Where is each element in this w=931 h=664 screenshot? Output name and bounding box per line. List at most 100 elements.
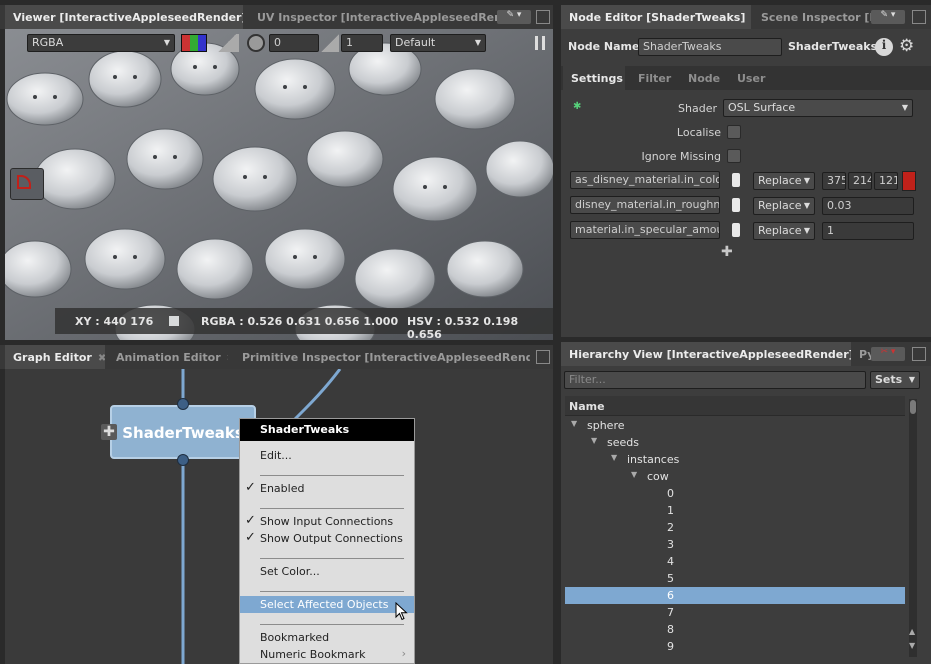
tweak-enabled-toggle[interactable] — [732, 223, 740, 237]
menu-item-numeric-bookmark[interactable]: Numeric Bookmark › — [240, 646, 414, 663]
scrollbar-thumb[interactable] — [910, 400, 916, 414]
node-input-plug[interactable] — [177, 398, 189, 410]
tree-row-8[interactable]: 8 — [565, 621, 905, 638]
tab-hierarchy-view[interactable]: Hierarchy View [InteractiveAppleseedRend… — [561, 342, 851, 366]
specular-field[interactable]: 1 — [822, 222, 914, 240]
tab-uv-inspector[interactable]: UV Inspector [InteractiveAppleseedRender… — [249, 5, 497, 29]
scroll-down-icon[interactable]: ▼ — [909, 641, 915, 650]
node-name-label: Node Name — [568, 40, 640, 53]
menu-item-enabled[interactable]: ✓ Enabled — [240, 480, 414, 497]
color-r-field[interactable]: 375 — [822, 172, 846, 190]
menu-item-edit[interactable]: Edit... — [240, 447, 414, 464]
add-plug-icon[interactable]: ✚ — [101, 424, 117, 440]
gear-icon[interactable]: ⚙ — [899, 36, 914, 56]
sets-select[interactable]: Sets ▼ — [870, 371, 920, 389]
menu-item-bookmarked[interactable]: Bookmarked — [240, 629, 414, 646]
shader-tweaks-node[interactable]: ShaderTweaks — [110, 405, 256, 459]
menu-item-show-input-label: Show Input Connections — [260, 515, 394, 528]
node-output-plug[interactable] — [177, 454, 189, 466]
layout-grid-icon[interactable] — [912, 10, 926, 24]
menu-item-set-color[interactable]: Set Color... — [240, 563, 414, 580]
shader-select[interactable]: OSL Surface ▼ — [723, 99, 913, 117]
subtab-user[interactable]: User — [737, 72, 765, 85]
tweak-mode-select[interactable]: Replace ▼ — [753, 172, 815, 190]
tree-row-0[interactable]: 0 — [565, 485, 905, 502]
roughness-field[interactable]: 0.03 — [822, 197, 914, 215]
tweak-enabled-toggle[interactable] — [732, 173, 740, 187]
pin-icon[interactable]: ✎ ▾ — [871, 10, 905, 24]
color-b-field[interactable]: 121 — [874, 172, 898, 190]
menu-item-show-output-connections[interactable]: ✓ Show Output Connections — [240, 530, 414, 547]
tweak-name-value: as_disney_material.in_color — [575, 173, 720, 186]
tree-row-9[interactable]: 9 — [565, 638, 905, 655]
pin-icon[interactable]: ✂ ▾ — [871, 347, 905, 361]
scrollbar[interactable]: ▲ ▼ — [909, 399, 917, 657]
false-color-icon[interactable] — [181, 34, 207, 52]
tree-row-6-selected[interactable]: 6 — [565, 587, 905, 604]
tree-row-3[interactable]: 3 — [565, 536, 905, 553]
tree-row-sphere[interactable]: ▼ sphere — [565, 417, 905, 434]
gamma-icon[interactable] — [321, 34, 339, 52]
add-tweak-icon[interactable]: ✚ — [721, 244, 733, 260]
menu-item-select-affected-objects[interactable]: Select Affected Objects — [240, 596, 414, 613]
expand-arrow-icon[interactable]: ▼ — [571, 419, 577, 428]
clipping-icon[interactable] — [215, 34, 239, 52]
display-transform-select[interactable]: Default ▼ — [390, 34, 486, 52]
viewer-canvas[interactable]: RGBA ▼ 0 1 Default ▼ — [5, 29, 553, 340]
column-header[interactable]: Name — [565, 396, 905, 416]
node-name-field[interactable]: ShaderTweaks — [638, 38, 782, 56]
expand-arrow-icon[interactable]: ▼ — [611, 453, 617, 462]
mouse-cursor-icon — [395, 602, 408, 621]
tab-node-editor[interactable]: Node Editor [ShaderTweaks]✖ — [561, 5, 751, 29]
tab-animation-editor[interactable]: Animation Editor ✖ — [108, 345, 228, 369]
close-icon[interactable]: ✖ — [98, 353, 105, 364]
subtab-settings[interactable]: Settings — [571, 72, 623, 85]
tweak-name-field[interactable]: material.in_specular_amount — [570, 221, 720, 239]
layout-grid-icon[interactable] — [912, 347, 926, 361]
tweak-name-field[interactable]: as_disney_material.in_color — [570, 171, 720, 189]
tree-row-7[interactable]: 7 — [565, 604, 905, 621]
layout-grid-icon[interactable] — [536, 350, 550, 364]
color-swatch[interactable] — [902, 171, 916, 191]
crop-tool-icon[interactable] — [10, 168, 44, 200]
localise-checkbox[interactable] — [727, 125, 741, 139]
pause-icon[interactable] — [535, 36, 545, 50]
subtab-node[interactable]: Node — [688, 72, 720, 85]
node-title: ShaderTweaks — [122, 424, 244, 442]
tweak-enabled-toggle[interactable] — [732, 198, 740, 212]
menu-separator — [260, 591, 404, 592]
tab-graph-editor[interactable]: Graph Editor ✖ — [5, 345, 105, 369]
filter-input[interactable]: Filter... — [564, 371, 866, 389]
layout-grid-icon[interactable] — [536, 10, 550, 24]
tree-row-4[interactable]: 4 — [565, 553, 905, 570]
tab-primitive-inspector[interactable]: Primitive Inspector [InteractiveApplesee… — [234, 345, 530, 369]
crop-icon-mark — [17, 175, 31, 189]
menu-item-show-input-connections[interactable]: ✓ Show Input Connections — [240, 513, 414, 530]
expand-arrow-icon[interactable]: ▼ — [631, 470, 637, 479]
subtab-filter[interactable]: Filter — [638, 72, 671, 85]
tree-row-instances[interactable]: ▼ instances — [565, 451, 905, 468]
channel-select[interactable]: RGBA ▼ — [27, 34, 175, 52]
tweak-mode-select[interactable]: Replace ▼ — [753, 197, 815, 215]
scroll-up-icon[interactable]: ▲ — [909, 627, 915, 636]
color-g-field[interactable]: 214 — [848, 172, 872, 190]
expand-arrow-icon[interactable]: ▼ — [591, 436, 597, 445]
tab-scene-inspector[interactable]: Scene Inspector [In — [753, 5, 871, 29]
ignore-missing-checkbox[interactable] — [727, 149, 741, 163]
tree-row-seeds[interactable]: ▼ seeds — [565, 434, 905, 451]
tree-row-cow[interactable]: ▼ cow — [565, 468, 905, 485]
gamma-field[interactable]: 1 — [341, 34, 383, 52]
tweak-name-field[interactable]: disney_material.in_roughness — [570, 196, 720, 214]
tree-row-2[interactable]: 2 — [565, 519, 905, 536]
tab-viewer[interactable]: Viewer [InteractiveAppleseedRender]✖ — [5, 5, 243, 29]
close-icon[interactable]: ✖ — [227, 353, 228, 364]
exposure-field[interactable]: 0 — [269, 34, 319, 52]
tree-row-5[interactable]: 5 — [565, 570, 905, 587]
exposure-icon[interactable] — [247, 34, 265, 52]
hierarchy-tabbar: Hierarchy View [InteractiveAppleseedRend… — [561, 342, 931, 366]
tree-row-1[interactable]: 1 — [565, 502, 905, 519]
tweak-mode-select[interactable]: Replace ▼ — [753, 222, 815, 240]
info-icon[interactable]: i — [875, 38, 893, 56]
tweak-mode-value: Replace — [758, 174, 802, 187]
pin-icon[interactable]: ✎ ▾ — [497, 10, 531, 24]
